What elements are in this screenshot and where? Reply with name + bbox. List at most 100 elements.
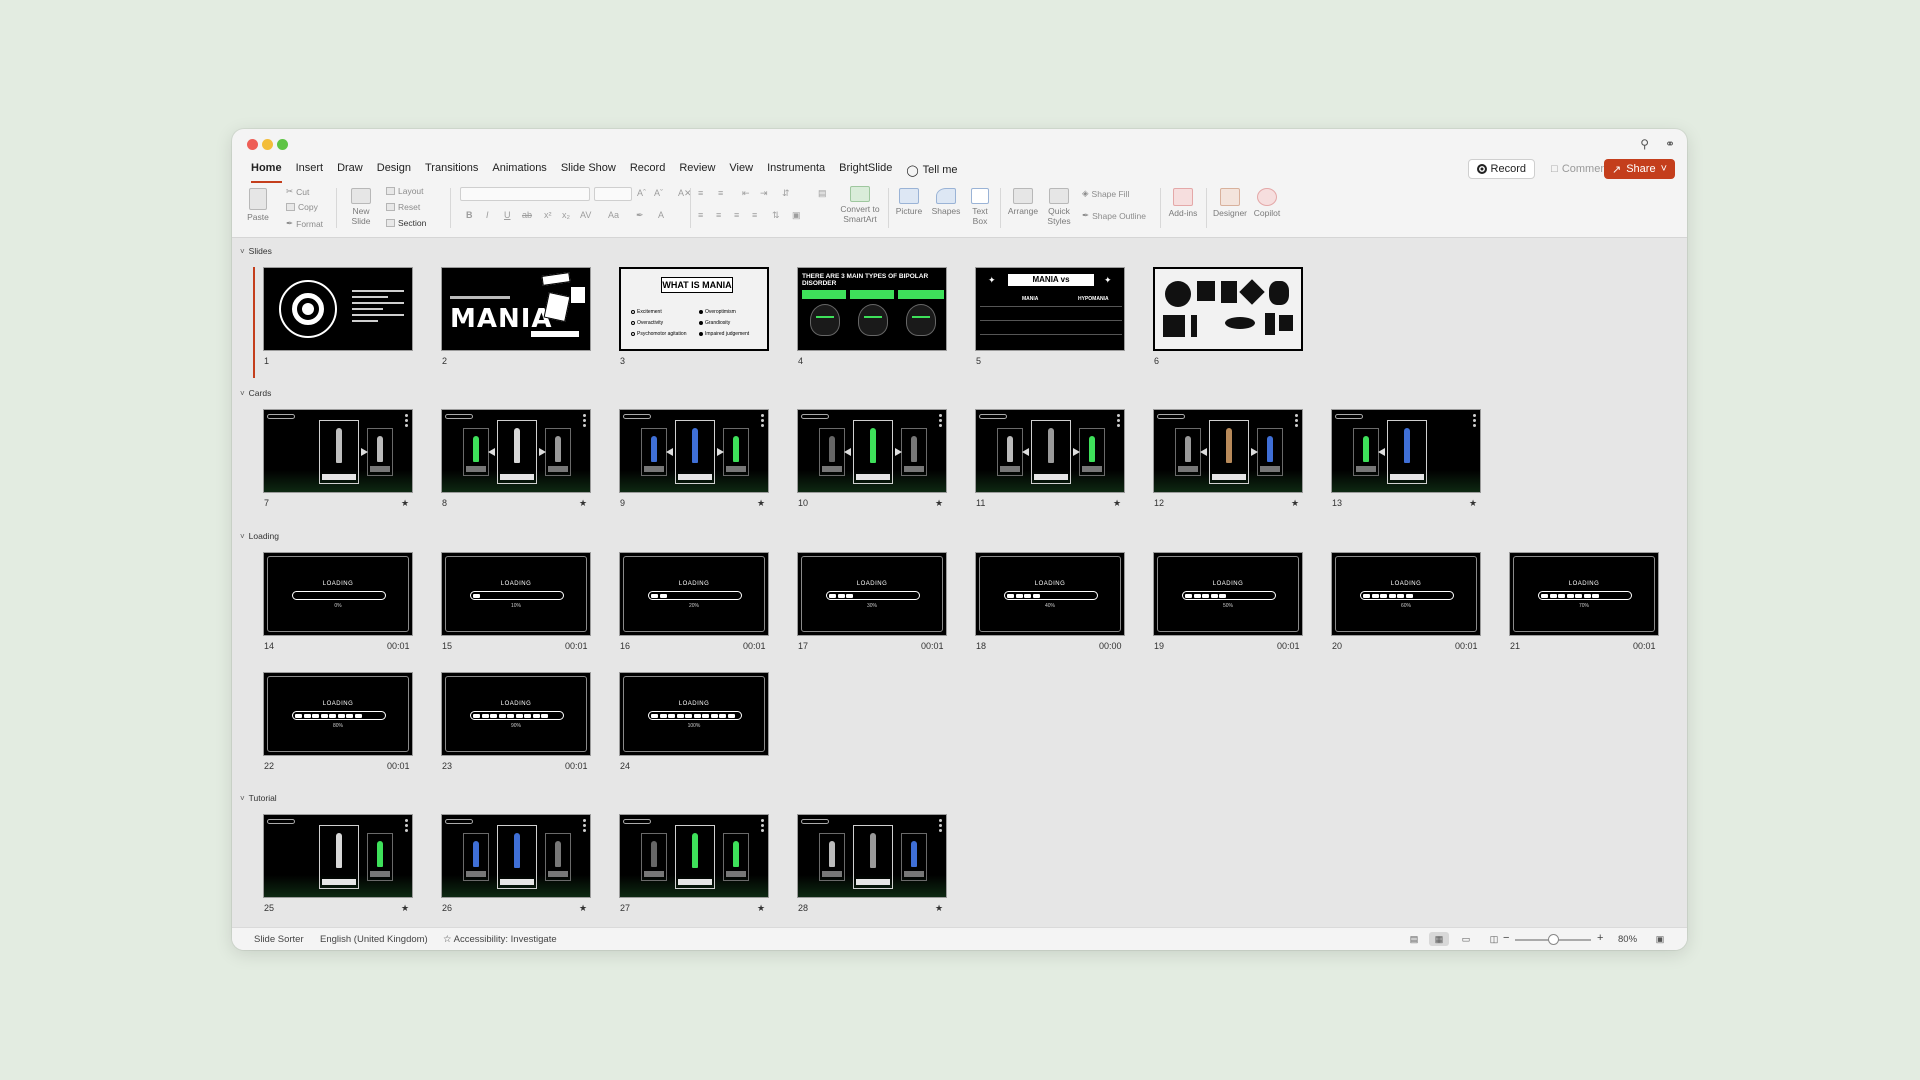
search-icon[interactable]: ⚲ (1640, 137, 1649, 151)
tab-draw[interactable]: Draw (330, 160, 370, 180)
layout-button[interactable]: Layout (386, 186, 424, 196)
slide-thumbnail-card[interactable] (975, 409, 1125, 493)
decrease-font-icon[interactable]: Aˇ (654, 188, 663, 198)
shape-outline-button[interactable]: ✒ Shape Outline (1082, 210, 1146, 221)
slide-thumbnail-card[interactable] (797, 409, 947, 493)
strikethrough-icon[interactable]: ab (522, 210, 532, 220)
increase-indent-icon[interactable]: ⇥ (760, 188, 768, 199)
italic-icon[interactable]: I (486, 210, 489, 220)
copy-button[interactable]: Copy (286, 202, 318, 212)
minimize-window-button[interactable] (262, 139, 273, 150)
text-direction-icon[interactable]: ⇅ (772, 210, 780, 221)
record-button[interactable]: Record (1467, 159, 1535, 179)
slide-thumbnail-card[interactable] (441, 814, 591, 898)
slide-thumbnail-card[interactable] (263, 814, 413, 898)
accessibility-status[interactable]: ☆ Accessibility: Investigate (443, 934, 557, 945)
tab-review[interactable]: Review (672, 160, 722, 180)
highlight-icon[interactable]: ✒ (636, 210, 644, 221)
zoom-in-icon[interactable]: + (1597, 932, 1603, 944)
columns-icon[interactable]: ▤ (818, 188, 827, 199)
bold-icon[interactable]: B (466, 210, 473, 220)
slide-thumbnail-4[interactable]: THERE ARE 3 MAIN TYPES OF BIPOLAR DISORD… (797, 267, 947, 351)
slide-thumbnail-3[interactable]: WHAT IS MANIA Excitement Overactivity Ps… (619, 267, 769, 351)
share-people-icon[interactable]: ⚭ (1665, 137, 1675, 151)
copilot-button[interactable]: Copilot (1250, 188, 1284, 218)
tab-slide-show[interactable]: Slide Show (554, 160, 623, 180)
zoom-out-icon[interactable]: − (1503, 932, 1509, 944)
slide-thumbnail-card[interactable] (1153, 409, 1303, 493)
line-spacing-icon[interactable]: ⇵ (782, 188, 790, 199)
picture-button[interactable]: Picture (894, 188, 924, 216)
section-header-loading[interactable]: ˅ Loading (240, 531, 279, 541)
character-spacing-icon[interactable]: AV (580, 210, 591, 220)
shapes-button[interactable]: Shapes (930, 188, 962, 216)
section-button[interactable]: Section (386, 218, 426, 228)
normal-view-icon[interactable]: ▤ (1404, 932, 1424, 946)
tell-me-search[interactable]: ◯ Tell me (899, 160, 964, 180)
quick-styles-button[interactable]: Quick Styles (1044, 188, 1074, 226)
justify-icon[interactable]: ≡ (752, 210, 757, 220)
font-name-field[interactable] (460, 187, 590, 201)
slide-thumbnail-card[interactable] (619, 409, 769, 493)
zoom-level[interactable]: 80% (1618, 934, 1637, 945)
font-size-field[interactable] (594, 187, 632, 201)
tab-instrumenta[interactable]: Instrumenta (760, 160, 832, 180)
slide-thumbnail-loading[interactable]: LOADING 70% (1509, 552, 1659, 636)
convert-to-smartart-button[interactable]: Convert to SmartArt (838, 186, 882, 224)
slide-thumbnail-loading[interactable]: LOADING 20% (619, 552, 769, 636)
slide-thumbnail-loading[interactable]: LOADING 30% (797, 552, 947, 636)
tab-animations[interactable]: Animations (485, 160, 553, 180)
section-header-cards[interactable]: ˅ Cards (240, 388, 271, 398)
slide-thumbnail-loading[interactable]: LOADING 80% (263, 672, 413, 756)
increase-font-icon[interactable]: Aˆ (637, 188, 646, 198)
slide-thumbnail-2[interactable]: MANIA (441, 267, 591, 351)
tab-brightslide[interactable]: BrightSlide (832, 160, 899, 180)
tab-insert[interactable]: Insert (289, 160, 331, 180)
subscript-icon[interactable]: x₂ (562, 210, 570, 220)
align-right-icon[interactable]: ≡ (734, 210, 739, 220)
slide-thumbnail-loading[interactable]: LOADING 50% (1153, 552, 1303, 636)
align-center-icon[interactable]: ≡ (716, 210, 721, 220)
slide-thumbnail-loading[interactable]: LOADING 60% (1331, 552, 1481, 636)
share-button[interactable]: ↗ Share ˅ (1603, 159, 1675, 179)
tab-view[interactable]: View (722, 160, 760, 180)
slide-thumbnail-card[interactable] (441, 409, 591, 493)
arrange-button[interactable]: Arrange (1006, 188, 1040, 216)
fit-to-window-icon[interactable]: ▣ (1650, 932, 1670, 946)
zoom-window-button[interactable] (277, 139, 288, 150)
section-header-slides[interactable]: ˅ Slides (240, 246, 272, 256)
new-slide-button[interactable]: New Slide (346, 188, 376, 226)
language-label[interactable]: English (United Kingdom) (320, 934, 428, 945)
font-color-icon[interactable]: A (658, 210, 664, 220)
align-text-icon[interactable]: ▣ (792, 210, 801, 221)
format-painter-button[interactable]: ✒ Format (286, 218, 323, 229)
slide-show-view-icon[interactable]: ◫ (1484, 932, 1504, 946)
tab-home[interactable]: Home (244, 160, 289, 183)
superscript-icon[interactable]: x² (544, 210, 552, 220)
slide-thumbnail-loading[interactable]: LOADING 40% (975, 552, 1125, 636)
slide-thumbnail-card[interactable] (263, 409, 413, 493)
slide-thumbnail-card[interactable] (619, 814, 769, 898)
tab-record[interactable]: Record (623, 160, 672, 180)
decrease-indent-icon[interactable]: ⇤ (742, 188, 750, 199)
slide-thumbnail-card[interactable] (797, 814, 947, 898)
zoom-slider-thumb[interactable] (1548, 934, 1559, 945)
change-case-icon[interactable]: Aa (608, 210, 619, 220)
shape-fill-button[interactable]: ◈ Shape Fill (1082, 188, 1129, 199)
underline-icon[interactable]: U (504, 210, 511, 220)
slide-thumbnail-card[interactable] (1331, 409, 1481, 493)
tab-transitions[interactable]: Transitions (418, 160, 485, 180)
text-box-button[interactable]: Text Box (968, 188, 992, 226)
slide-thumbnail-loading[interactable]: LOADING 90% (441, 672, 591, 756)
designer-button[interactable]: Designer (1212, 188, 1248, 218)
paste-button[interactable]: Paste (246, 188, 270, 222)
slide-thumbnail-loading[interactable]: LOADING 10% (441, 552, 591, 636)
slide-thumbnail-loading[interactable]: LOADING 100% (619, 672, 769, 756)
slide-thumbnail-loading[interactable]: LOADING 0% (263, 552, 413, 636)
slide-thumbnail-5[interactable]: MANIA vs HYPOMANIA ✦ ✦ MANIA HYPOMANIA (975, 267, 1125, 351)
cut-button[interactable]: ✂ Cut (286, 186, 309, 197)
align-left-icon[interactable]: ≡ (698, 210, 703, 220)
slide-sorter-view-icon[interactable]: ▦ (1429, 932, 1449, 946)
reading-view-icon[interactable]: ▭ (1456, 932, 1476, 946)
slide-thumbnail-6[interactable] (1153, 267, 1303, 351)
